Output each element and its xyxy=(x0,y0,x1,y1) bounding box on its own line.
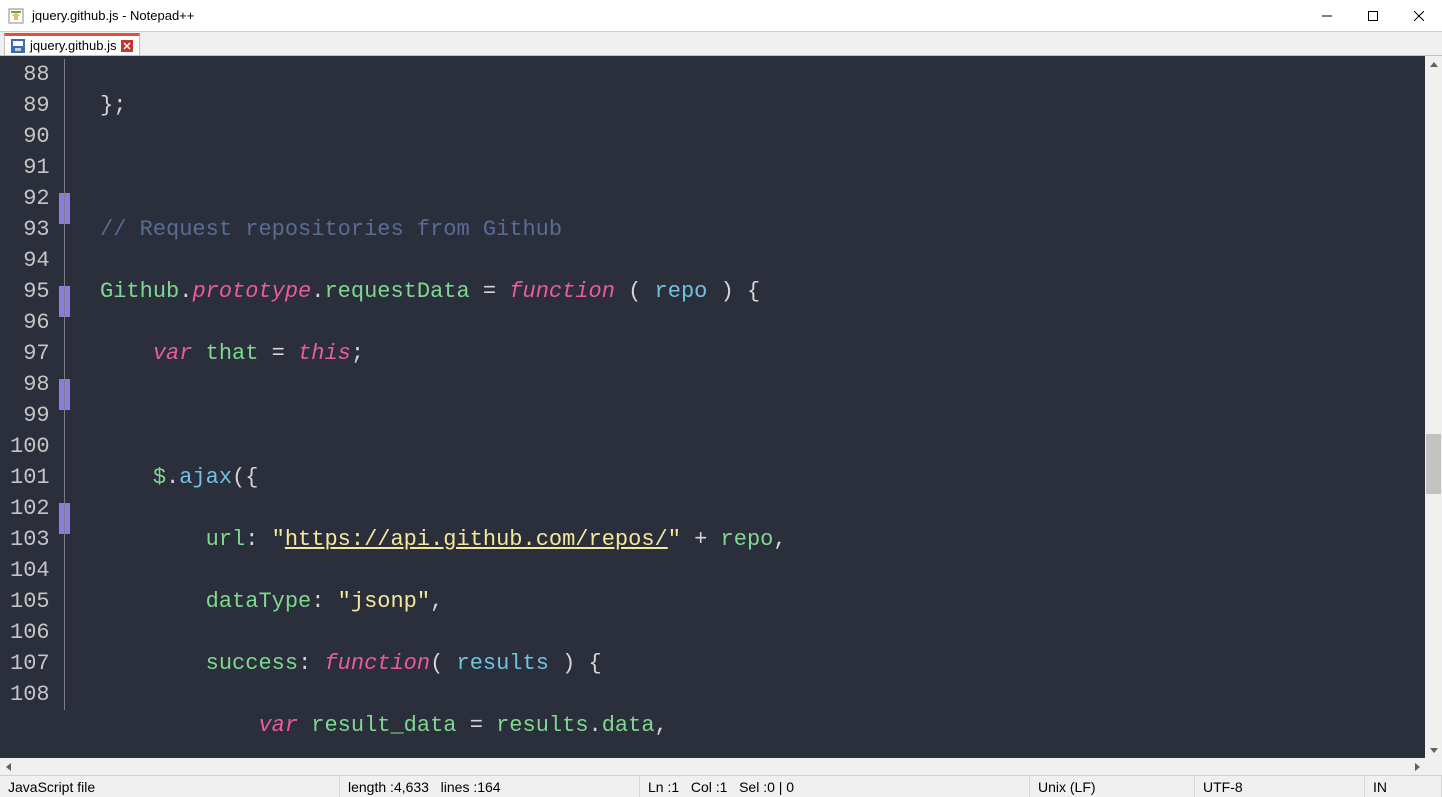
status-mode: IN xyxy=(1365,776,1442,797)
tab-close-button[interactable] xyxy=(121,40,133,52)
close-button[interactable] xyxy=(1396,0,1442,31)
tab-bar: jquery.github.js xyxy=(0,32,1442,56)
window-title: jquery.github.js - Notepad++ xyxy=(32,8,1304,23)
status-bar: JavaScript file length : 4,633 lines : 1… xyxy=(0,775,1442,797)
scrollbar-track[interactable] xyxy=(1425,73,1442,741)
line-number-gutter: 88 89 90 91 92 93 94 95 96 97 98 9910010… xyxy=(0,56,58,758)
horizontal-scrollbar[interactable] xyxy=(0,758,1425,775)
scroll-up-button[interactable] xyxy=(1425,56,1442,73)
fold-column[interactable] xyxy=(58,56,74,758)
tab-file[interactable]: jquery.github.js xyxy=(4,33,140,55)
save-icon xyxy=(11,39,25,53)
maximize-button[interactable] xyxy=(1350,0,1396,31)
minimize-button[interactable] xyxy=(1304,0,1350,31)
code-area[interactable]: }; // Request repositories from Github G… xyxy=(74,56,1143,758)
app-icon xyxy=(8,8,24,24)
status-length: length : 4,633 lines : 164 xyxy=(340,776,640,797)
scroll-right-button[interactable] xyxy=(1408,758,1425,775)
scrollbar-thumb[interactable] xyxy=(1426,434,1441,494)
scrollbar-track[interactable] xyxy=(17,758,1408,775)
status-position: Ln : 1 Col : 1 Sel : 0 | 0 xyxy=(640,776,1030,797)
code-editor[interactable]: 88 89 90 91 92 93 94 95 96 97 98 9910010… xyxy=(0,56,1425,758)
titlebar: jquery.github.js - Notepad++ xyxy=(0,0,1442,32)
vertical-scrollbar[interactable] xyxy=(1425,56,1442,758)
scrollbar-corner xyxy=(1425,758,1442,775)
status-encoding: UTF-8 xyxy=(1195,776,1365,797)
scroll-down-button[interactable] xyxy=(1425,741,1442,758)
status-eol: Unix (LF) xyxy=(1030,776,1195,797)
scroll-left-button[interactable] xyxy=(0,758,17,775)
status-language: JavaScript file xyxy=(0,776,340,797)
tab-filename: jquery.github.js xyxy=(30,38,116,53)
